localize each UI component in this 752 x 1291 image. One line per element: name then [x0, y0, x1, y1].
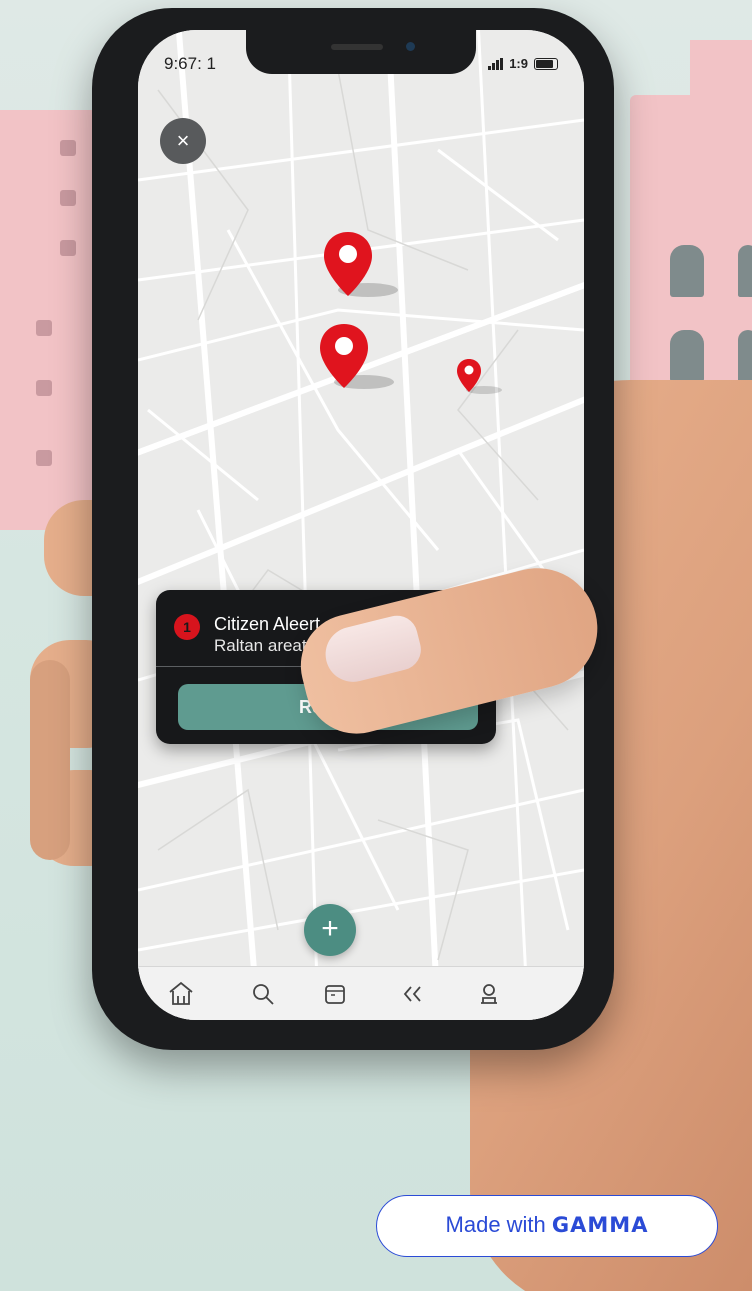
background-building-right-top [690, 40, 752, 120]
alert-count-badge: 1 [174, 614, 200, 640]
status-time: 9:67: 1 [164, 54, 216, 73]
profile-icon[interactable] [472, 977, 506, 1011]
made-with-label: Made with [445, 1212, 546, 1237]
alert-pin[interactable] [322, 230, 402, 302]
bottom-tab-bar [138, 966, 584, 1020]
close-button[interactable]: × [160, 118, 206, 164]
back-icon[interactable] [396, 977, 430, 1011]
alert-pin[interactable] [456, 358, 506, 396]
street-map [138, 30, 584, 1020]
building-window [670, 245, 704, 297]
front-camera [406, 42, 415, 51]
building-window [738, 245, 752, 297]
search-icon[interactable] [246, 977, 280, 1011]
building-window [36, 380, 52, 396]
building-window [36, 450, 52, 466]
alert-pin[interactable] [318, 322, 398, 394]
network-label: 1:9 [509, 56, 528, 71]
building-window [60, 190, 76, 206]
phone-screen: 9:67: 1 1:9 × 1 Citizen Aleert Raltan ar… [138, 30, 584, 1020]
alert-title: Citizen Aleert [214, 614, 321, 634]
gamma-logo: GAMMA [551, 1213, 649, 1237]
calendar-icon[interactable] [318, 977, 352, 1011]
finger [30, 660, 70, 860]
home-icon[interactable] [164, 977, 198, 1011]
signal-icon [488, 57, 504, 70]
building-window [670, 330, 704, 382]
add-report-button[interactable]: + [304, 904, 356, 956]
battery-icon [534, 57, 558, 70]
building-window [60, 140, 76, 156]
status-indicators: 1:9 [488, 56, 558, 71]
building-window [36, 320, 52, 336]
building-window [60, 240, 76, 256]
made-with-gamma-badge[interactable]: Made with GAMMA [376, 1195, 718, 1257]
phone-notch [246, 30, 476, 74]
speaker [331, 44, 383, 50]
building-window [738, 330, 752, 382]
